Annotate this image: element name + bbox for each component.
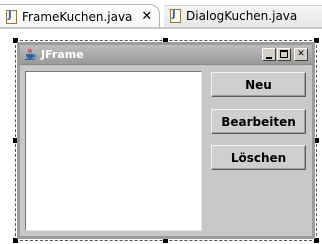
minimize-icon	[266, 57, 272, 59]
jframe-window[interactable]: JFrame ✕ Neu Bearbeiten Löschen	[17, 42, 315, 239]
neu-button[interactable]: Neu	[211, 72, 306, 97]
editor-tab-strip: FrameKuchen.java ✕ DialogKuchen.java	[0, 0, 322, 29]
minimize-button[interactable]	[262, 48, 276, 61]
jframe-content-pane: Neu Bearbeiten Löschen	[20, 66, 312, 236]
java-file-icon	[170, 9, 181, 23]
jframe-title: JFrame	[41, 48, 84, 61]
tab-dialogkuchen[interactable]: DialogKuchen.java	[164, 4, 314, 28]
java-file-icon	[6, 9, 17, 24]
maximize-icon	[280, 50, 288, 58]
close-icon: ✕	[297, 49, 305, 59]
kuchen-list[interactable]	[25, 71, 202, 231]
tab-label: DialogKuchen.java	[186, 9, 298, 23]
bearbeiten-button[interactable]: Bearbeiten	[211, 109, 306, 134]
close-button[interactable]: ✕	[294, 48, 308, 61]
jframe-titlebar[interactable]: JFrame ✕	[20, 45, 312, 65]
loeschen-button[interactable]: Löschen	[211, 145, 306, 170]
close-icon[interactable]: ✕	[141, 9, 152, 24]
java-cup-icon	[25, 48, 36, 60]
maximize-button[interactable]	[277, 48, 291, 61]
tab-framekuchen[interactable]: FrameKuchen.java ✕	[0, 4, 160, 28]
tab-label: FrameKuchen.java	[22, 9, 133, 24]
